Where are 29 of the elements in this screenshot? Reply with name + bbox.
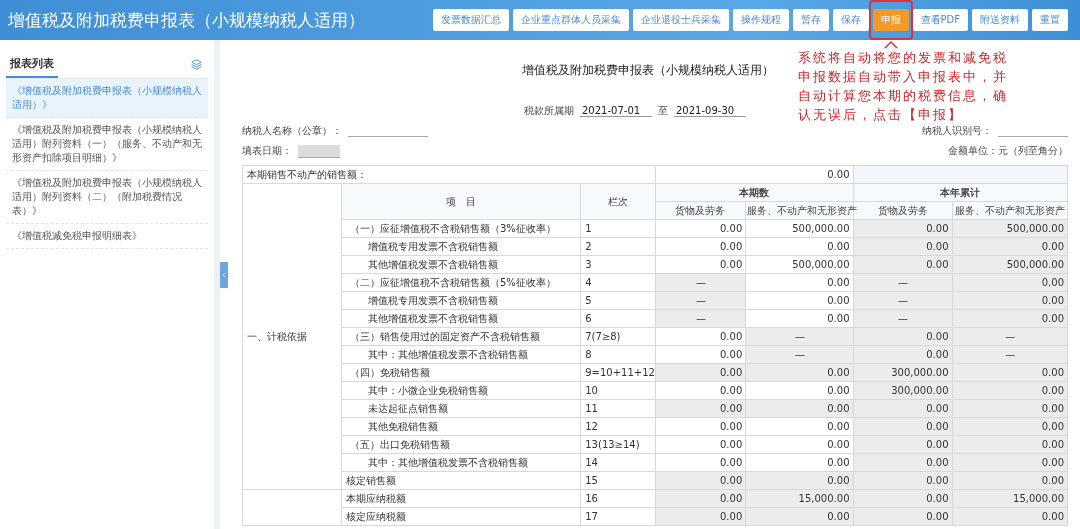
- collapse-handle[interactable]: [220, 261, 228, 288]
- toolbar-button[interactable]: 暂存: [792, 9, 829, 31]
- toolbar-button[interactable]: 发票数据汇总: [432, 9, 509, 31]
- field-label: 纳税人名称（公章）：: [242, 124, 342, 138]
- toolbar-button[interactable]: 企业重点群体人员采集: [512, 9, 629, 31]
- layers-icon[interactable]: [191, 58, 202, 70]
- field-label: 税款所属期: [524, 104, 574, 118]
- toolbar-button[interactable]: 附送资料: [972, 9, 1028, 31]
- field-label: 纳税人识别号：: [922, 124, 992, 138]
- report-list-item[interactable]: 《增值税及附加税费申报表（小规模纳税人适用）》: [6, 79, 208, 118]
- unit-label: 金额单位：元（列至角分）: [948, 144, 1068, 158]
- date-field[interactable]: 2021-07-01: [580, 105, 652, 117]
- column-header: 栏次: [580, 183, 655, 220]
- page-title: 增值税及附加税费申报表（小规模纳税人适用）: [8, 8, 365, 32]
- toolbar-button[interactable]: 查看PDF: [912, 9, 968, 31]
- toolbar-button[interactable]: 操作规程: [732, 9, 789, 31]
- date-field[interactable]: 2021-09-30: [674, 105, 746, 117]
- field-label: 至: [658, 104, 668, 118]
- column-header: 项 目: [341, 183, 581, 220]
- table-cell[interactable]: 0.00: [655, 165, 853, 184]
- form-title: 增值税及附加税费申报表（小规模纳税人适用）: [522, 62, 774, 79]
- field-label: 填表日期：: [242, 144, 292, 158]
- table-cell: 本期销售不动产的销售额：: [242, 165, 655, 184]
- toolbar-button[interactable]: 重置: [1032, 9, 1068, 31]
- toolbar-button[interactable]: 保存: [832, 9, 869, 31]
- blurred-field: [298, 144, 340, 158]
- highlight-frame: [868, 0, 913, 40]
- toolbar-button[interactable]: 企业退役士兵采集: [632, 9, 729, 31]
- table-cell: 一、计税依据: [242, 183, 342, 490]
